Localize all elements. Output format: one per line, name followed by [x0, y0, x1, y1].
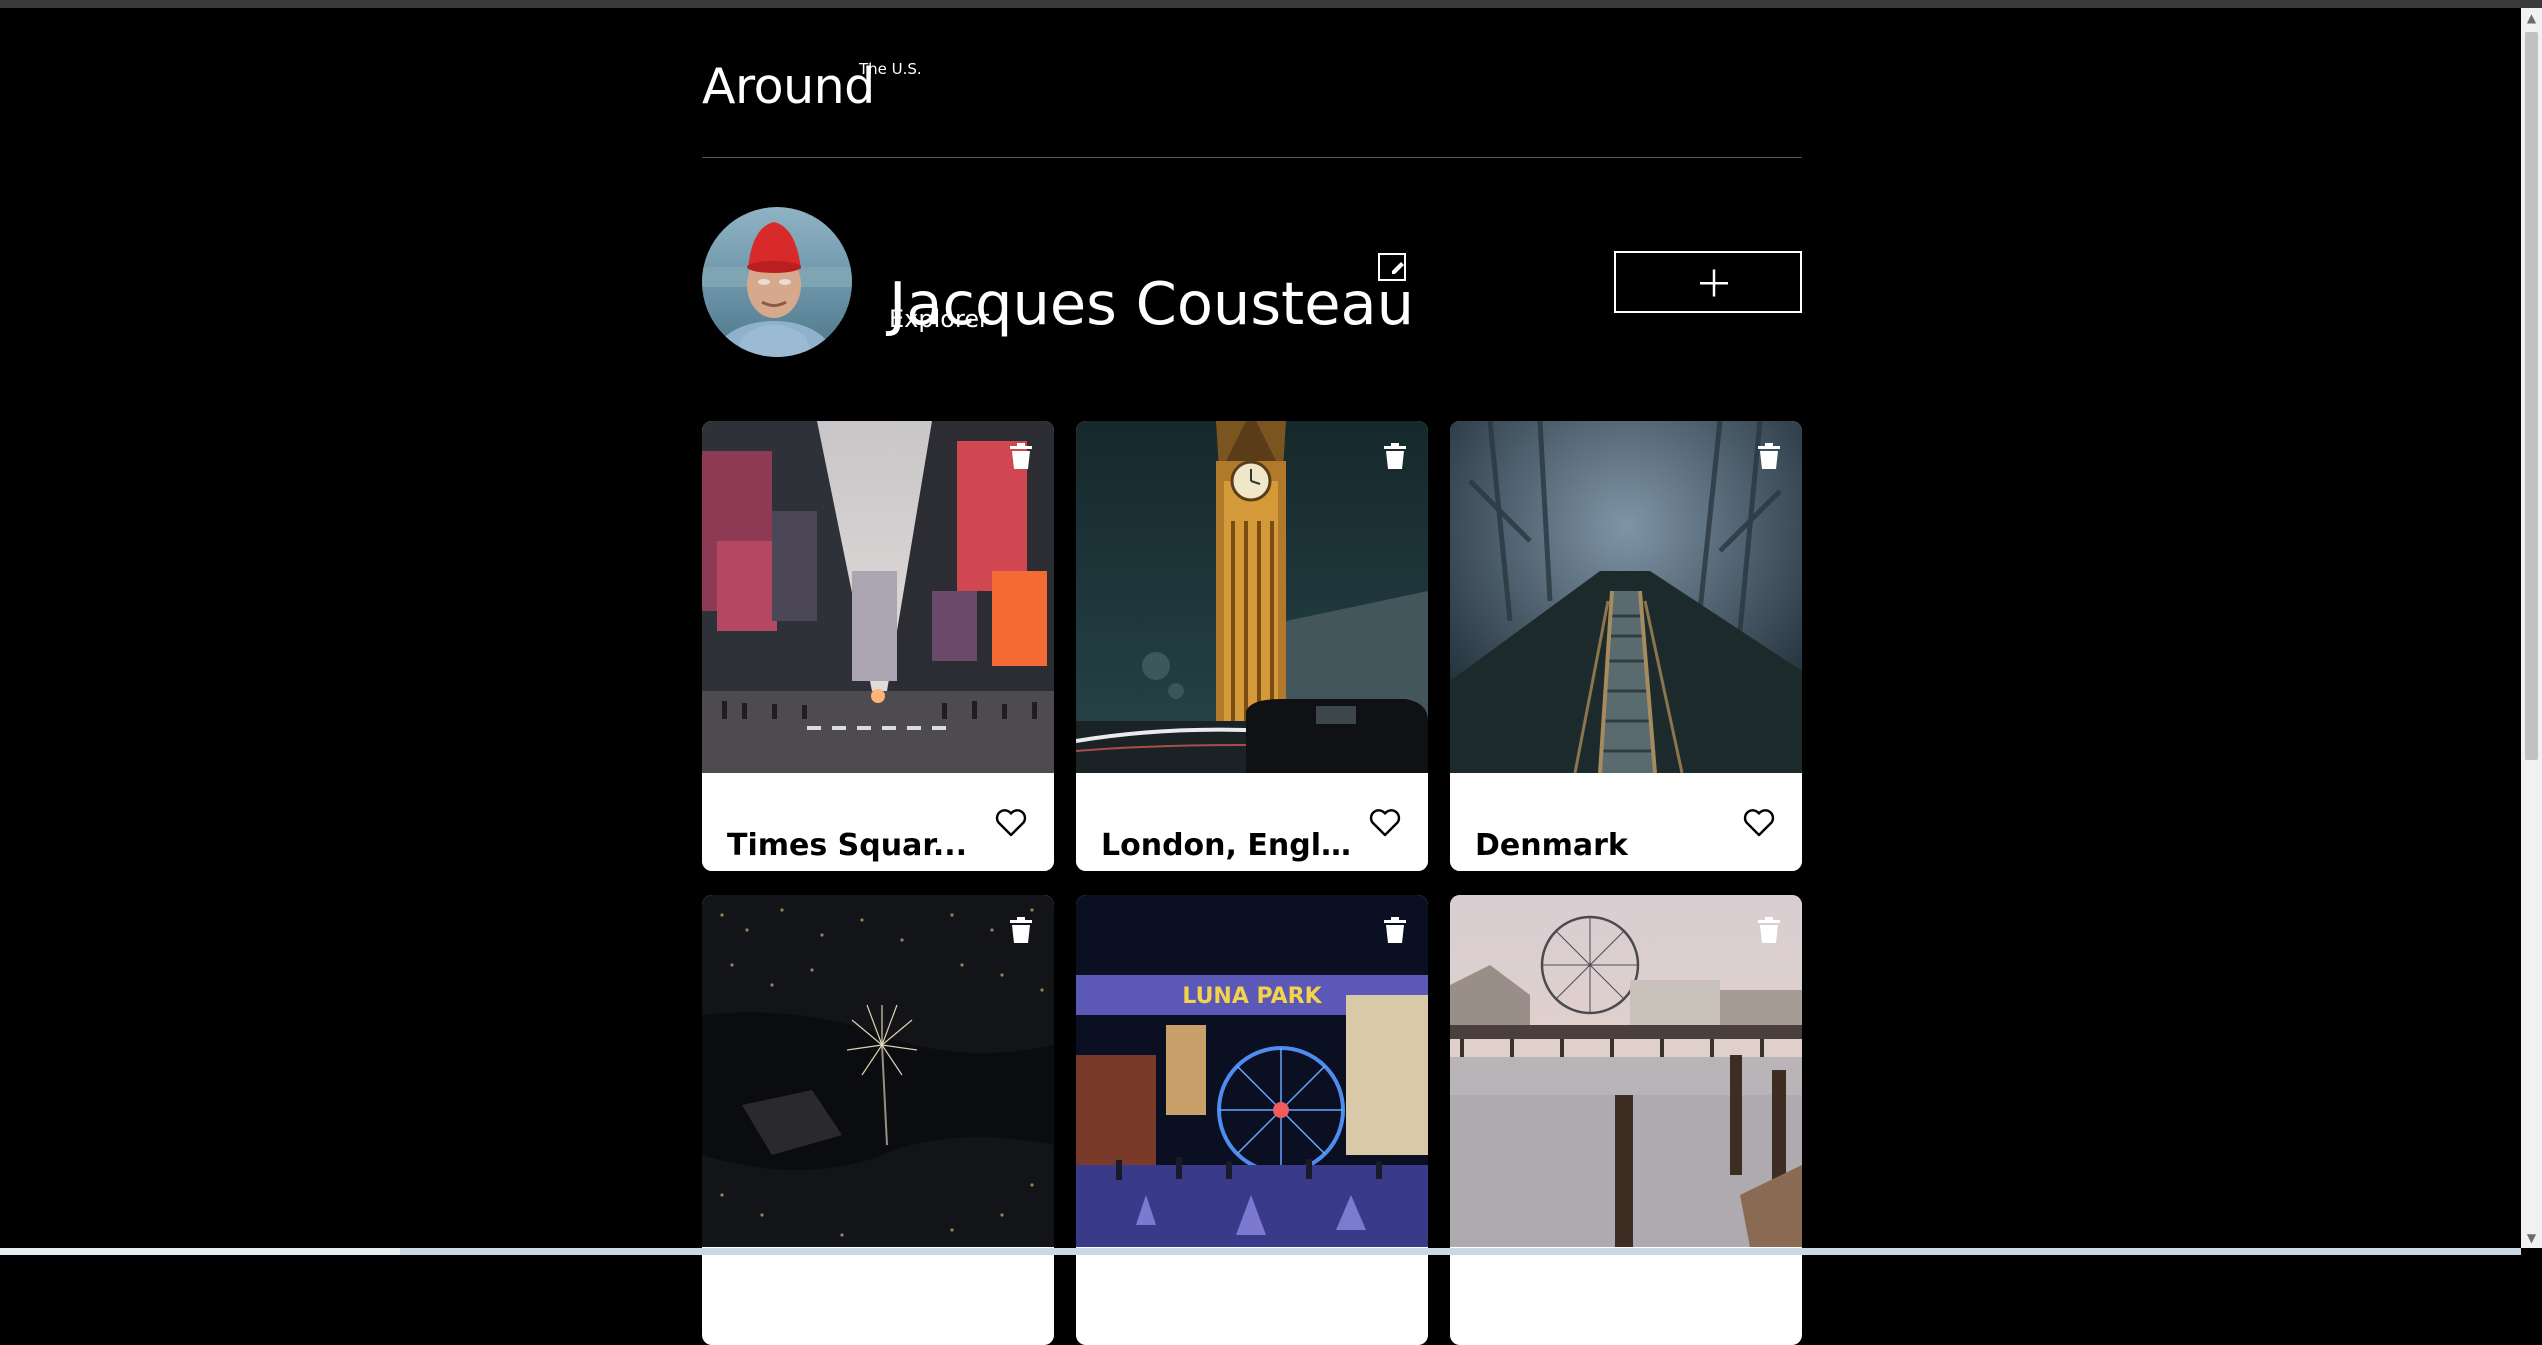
heart-icon[interactable]	[1369, 809, 1401, 837]
site-logo[interactable]: Around	[702, 58, 875, 115]
trash-icon[interactable]	[1758, 917, 1780, 943]
place-card	[702, 895, 1054, 1345]
place-caption: Times Squar...	[702, 773, 1054, 871]
trash-icon[interactable]	[1384, 443, 1406, 469]
place-photo[interactable]	[1450, 421, 1802, 773]
place-caption: Denmark	[1450, 773, 1802, 871]
place-card: LUNA PARK	[1076, 895, 1428, 1345]
vertical-scrollbar[interactable]: ▲ ▼	[2521, 8, 2542, 1248]
place-card: London, Engl...	[1076, 421, 1428, 871]
place-caption: London, Engl...	[1076, 773, 1428, 871]
place-title: Times Squar...	[727, 827, 968, 863]
heart-icon[interactable]	[995, 809, 1027, 837]
trash-icon[interactable]	[1758, 443, 1780, 469]
site-header: Around The U.S.	[702, 0, 1802, 158]
profile-avatar[interactable]	[702, 207, 852, 357]
scroll-up-arrow-icon[interactable]: ▲	[2521, 8, 2542, 28]
place-card	[1450, 895, 1802, 1345]
place-title: Denmark	[1475, 827, 1628, 863]
trash-icon[interactable]	[1384, 917, 1406, 943]
times-square-photo-icon	[702, 421, 1054, 773]
profile-job: Explorer	[889, 305, 989, 333]
plus-icon	[1700, 269, 1728, 297]
avatar-photo-icon	[702, 207, 852, 357]
place-photo[interactable]	[1076, 421, 1428, 773]
place-photo[interactable]	[1450, 895, 1802, 1247]
harbor-fireworks-photo-icon	[702, 895, 1054, 1247]
heart-icon[interactable]	[1743, 809, 1775, 837]
pencil-icon	[1392, 262, 1404, 274]
big-ben-photo-icon	[1076, 421, 1428, 773]
scroll-down-arrow-icon[interactable]: ▼	[2521, 1228, 2542, 1248]
pier-ferris-wheel-photo-icon	[1450, 895, 1802, 1247]
place-photo[interactable]	[702, 421, 1054, 773]
forest-stairs-photo-icon	[1450, 421, 1802, 773]
place-card: Denmark	[1450, 421, 1802, 871]
site-logo-superscript: The U.S.	[859, 60, 922, 78]
place-card: Times Squar...	[702, 421, 1054, 871]
edit-profile-button[interactable]	[1378, 253, 1406, 281]
luna-park-photo-icon: LUNA PARK	[1076, 895, 1428, 1247]
trash-icon[interactable]	[1010, 917, 1032, 943]
profile-section: Jacques Cousteau Explorer	[702, 207, 1802, 357]
trash-icon[interactable]	[1010, 443, 1032, 469]
scroll-thumb[interactable]	[2525, 32, 2538, 760]
place-photo[interactable]	[702, 895, 1054, 1247]
place-photo[interactable]: LUNA PARK	[1076, 895, 1428, 1247]
luna-park-sign-lettering: LUNA PARK	[1182, 984, 1322, 1009]
page-container: Around The U.S. Jacques Cousteau Explore…	[702, 0, 1802, 1345]
bottom-edge-strip	[0, 1248, 2521, 1255]
add-place-button[interactable]	[1614, 251, 1802, 313]
place-title: London, Engl...	[1101, 827, 1351, 863]
bottom-edge-segment	[0, 1248, 400, 1255]
